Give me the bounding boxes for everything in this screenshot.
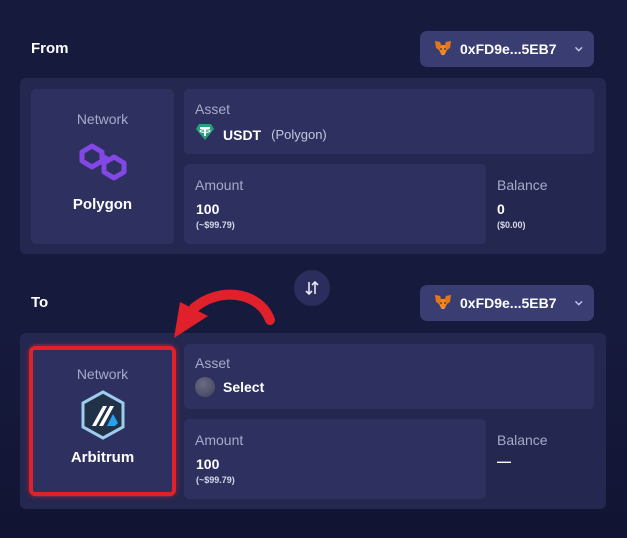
from-asset-card[interactable]: Asset USDT (Polygon) [184,89,594,154]
from-wallet-button[interactable]: 0xFD9e...5EB7 [420,31,594,67]
to-amount-label: Amount [195,432,244,448]
to-balance-value: — [497,453,511,469]
from-balance-usd: ($0.00) [497,220,526,230]
from-asset-label: Asset [195,101,231,117]
from-amount-card[interactable]: Amount 100 (~$99.79) [184,164,486,244]
from-asset-chain: (Polygon) [271,127,327,142]
from-section-label: From [31,40,69,57]
to-amount-usd: (~$99.79) [196,475,235,485]
from-amount-label: Amount [195,177,244,193]
from-balance-label: Balance [497,177,548,193]
to-balance: Balance — [497,419,597,499]
to-wallet-address: 0xFD9e...5EB7 [460,295,557,311]
polygon-icon [31,139,174,190]
to-balance-label: Balance [497,432,548,448]
metamask-fox-icon [434,294,452,313]
from-balance-value: 0 [497,201,505,217]
from-asset-symbol: USDT [223,126,262,143]
from-wallet-address: 0xFD9e...5EB7 [460,41,557,57]
to-amount-value[interactable]: 100 [196,456,219,472]
from-balance: Balance 0 ($0.00) [497,164,597,244]
chevron-down-icon [574,46,583,52]
from-network-name: Polygon [72,196,133,213]
to-section-label: To [31,294,49,311]
to-amount-card[interactable]: Amount 100 (~$99.79) [184,419,486,499]
from-amount-value[interactable]: 100 [196,201,219,217]
annotation-arrow [174,289,275,338]
chevron-down-icon [574,300,583,306]
annotation-highlight-box [29,346,176,496]
tether-icon [195,123,215,146]
to-asset-select[interactable]: Select [223,379,264,395]
from-network-label: Network [76,111,129,127]
swap-arrows-icon [305,280,319,296]
from-network-card[interactable]: Network Polygon [31,89,174,244]
to-wallet-button[interactable]: 0xFD9e...5EB7 [420,285,594,321]
metamask-fox-icon [434,40,452,59]
placeholder-token-icon [195,377,215,397]
swap-direction-button[interactable] [294,270,330,306]
from-amount-usd: (~$99.79) [196,220,235,230]
